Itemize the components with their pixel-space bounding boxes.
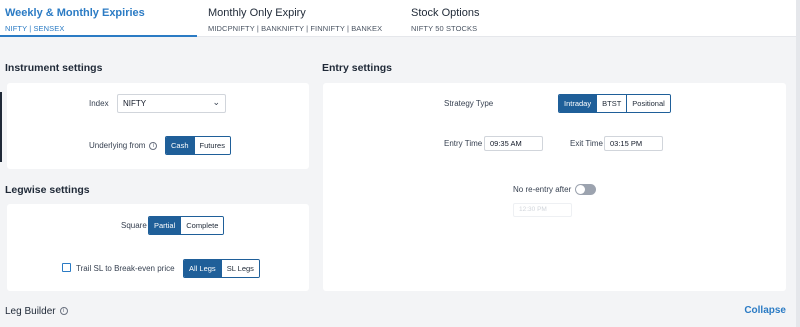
- no-reentry-time-input: 12:30 PM: [513, 203, 572, 217]
- index-value: NIFTY: [123, 99, 147, 108]
- legwise-settings-title: Legwise settings: [5, 184, 90, 196]
- info-icon[interactable]: i: [149, 141, 158, 150]
- tab-subtitle: NIFTY 50 STOCKS: [411, 24, 478, 33]
- leg-builder-title-text: Leg Builder: [5, 306, 56, 317]
- strategy-option-btst[interactable]: BTST: [596, 95, 627, 112]
- expiry-tabs: Weekly & Monthly Expiries NIFTY | SENSEX…: [0, 0, 800, 37]
- strategy-type-label: Strategy Type: [444, 99, 494, 108]
- index-select[interactable]: NIFTY ⌄: [117, 94, 226, 113]
- exit-time-input[interactable]: 03:15 PM: [604, 136, 663, 151]
- leg-builder-title: Leg Builder i: [5, 306, 68, 317]
- tab-monthly-only[interactable]: Monthly Only Expiry MIDCPNIFTY | BANKNIF…: [197, 0, 397, 37]
- scrollbar[interactable]: [796, 0, 800, 327]
- tab-stock-options[interactable]: Stock Options NIFTY 50 STOCKS: [397, 0, 597, 37]
- tab-subtitle: MIDCPNIFTY | BANKNIFTY | FINNIFTY | BANK…: [208, 24, 383, 33]
- tab-title: Monthly Only Expiry: [208, 7, 306, 19]
- strategy-type-toggle: Intraday BTST Positional: [558, 94, 671, 113]
- toggle-knob: [576, 185, 585, 194]
- strategy-option-positional[interactable]: Positional: [626, 95, 670, 112]
- tab-subtitle: NIFTY | SENSEX: [5, 24, 65, 33]
- square-off-option-complete[interactable]: Complete: [180, 217, 224, 234]
- chevron-down-icon: ⌄: [212, 98, 220, 108]
- collapse-button[interactable]: Collapse: [744, 305, 786, 316]
- underlying-option-cash[interactable]: Cash: [166, 137, 194, 154]
- info-icon[interactable]: i: [59, 307, 68, 316]
- no-reentry-toggle[interactable]: [575, 184, 596, 195]
- tab-weekly-monthly[interactable]: Weekly & Monthly Expiries NIFTY | SENSEX: [0, 0, 197, 37]
- left-edge-marker: [0, 92, 2, 162]
- tab-title: Stock Options: [411, 7, 480, 19]
- trail-option-all-legs[interactable]: All Legs: [184, 260, 221, 277]
- tab-title: Weekly & Monthly Expiries: [5, 7, 145, 19]
- underlying-toggle: Cash Futures: [165, 136, 231, 155]
- trail-sl-label: Trail SL to Break-even price: [76, 264, 175, 273]
- instrument-settings-card: Index NIFTY ⌄ Underlying from i Cash Futu…: [7, 83, 309, 169]
- entry-time-input[interactable]: 09:35 AM: [484, 136, 543, 151]
- square-off-option-partial[interactable]: Partial: [149, 217, 181, 234]
- index-label: Index: [89, 99, 109, 108]
- entry-settings-title: Entry settings: [322, 62, 393, 74]
- entry-time-label: Entry Time: [444, 139, 483, 148]
- underlying-label-text: Underlying from: [89, 141, 146, 150]
- underlying-option-futures[interactable]: Futures: [193, 137, 230, 154]
- trail-sl-checkbox[interactable]: [62, 263, 71, 272]
- square-off-toggle: Partial Complete: [148, 216, 225, 235]
- underlying-label: Underlying from i: [89, 141, 158, 150]
- no-reentry-label: No re-entry after: [513, 185, 572, 194]
- strategy-option-intraday[interactable]: Intraday: [559, 95, 597, 112]
- trail-option-sl-legs[interactable]: SL Legs: [220, 260, 259, 277]
- entry-settings-card: Strategy Type Intraday BTST Positional E…: [323, 83, 786, 291]
- legwise-settings-card: Square Off Partial Complete Trail SL to …: [7, 204, 309, 291]
- exit-time-label: Exit Time: [570, 139, 603, 148]
- trail-sl-legs-toggle: All Legs SL Legs: [183, 259, 260, 278]
- instrument-settings-title: Instrument settings: [5, 62, 103, 74]
